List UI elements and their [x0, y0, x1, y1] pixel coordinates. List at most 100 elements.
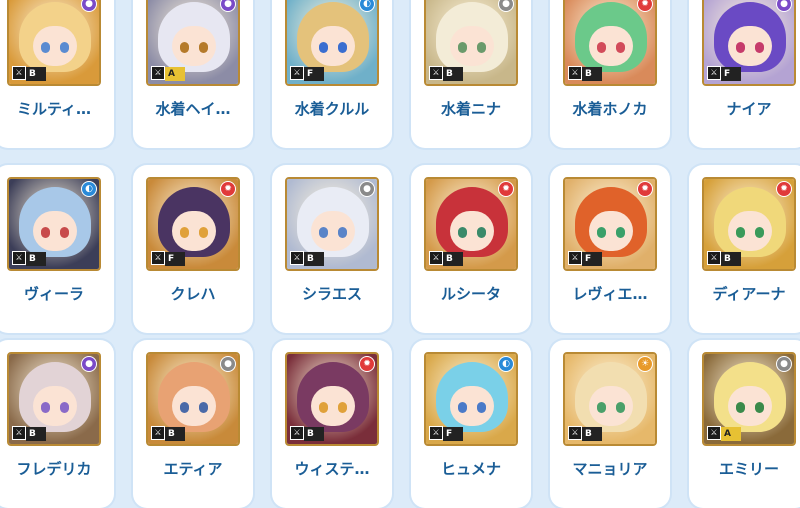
- portrait-eye-left: [41, 227, 50, 238]
- portrait-face: [172, 386, 216, 426]
- portrait-eye-left: [597, 402, 606, 413]
- character-name: 水着ホノカ: [572, 100, 648, 118]
- portrait-eye-right: [616, 402, 625, 413]
- character-card[interactable]: ● ⚔ B 水着ニナ: [411, 0, 531, 148]
- portrait-face: [33, 211, 77, 251]
- character-name: シラエス: [301, 285, 362, 303]
- portrait-eye-left: [41, 42, 50, 53]
- rank-badge: B: [26, 67, 46, 81]
- portrait-eye-left: [597, 42, 606, 53]
- weapon-icon: ⚔: [12, 66, 26, 80]
- rank-badge: F: [304, 67, 324, 81]
- character-name: ミルティ…: [16, 100, 92, 118]
- character-portrait: ✹ ⚔ B: [285, 352, 379, 446]
- character-name: ルシータ: [440, 285, 501, 303]
- character-name: ナイア: [726, 100, 772, 118]
- portrait-eye-right: [755, 227, 764, 238]
- portrait-eye-right: [338, 227, 347, 238]
- weapon-icon: ⚔: [290, 251, 304, 265]
- portrait-eye-left: [736, 227, 745, 238]
- portrait-eye-right: [199, 227, 208, 238]
- rank-badge: B: [304, 427, 324, 441]
- portrait-face: [311, 386, 355, 426]
- weapon-icon: ⚔: [707, 66, 721, 80]
- portrait-eye-right: [60, 402, 69, 413]
- fire-icon: ✹: [359, 356, 375, 372]
- character-card[interactable]: ✹ ⚔ B ディアーナ: [689, 165, 800, 333]
- portrait-face: [450, 26, 494, 66]
- circle-icon: ●: [220, 356, 236, 372]
- character-card[interactable]: ✹ ⚔ B 水着ホノカ: [550, 0, 670, 148]
- portrait-eye-right: [60, 42, 69, 53]
- rank-badge: B: [721, 252, 741, 266]
- character-card[interactable]: ● ⚔ F ナイア: [689, 0, 800, 148]
- circle-icon: ●: [359, 181, 375, 197]
- rank-badge: F: [721, 67, 741, 81]
- rank-badge: B: [26, 427, 46, 441]
- character-portrait: ● ⚔ A: [146, 0, 240, 86]
- character-portrait: ● ⚔ A: [702, 352, 796, 446]
- character-name: ウィステ…: [294, 460, 370, 478]
- character-card[interactable]: ✹ ⚔ F レヴィエ…: [550, 165, 670, 333]
- portrait-eye-left: [597, 227, 606, 238]
- portrait-eye-left: [736, 402, 745, 413]
- weapon-icon: ⚔: [290, 426, 304, 440]
- character-name: レヴィエ…: [572, 285, 648, 303]
- rank-badge: B: [443, 252, 463, 266]
- character-card[interactable]: ● ⚔ B ミルティ…: [0, 0, 114, 148]
- character-portrait: ● ⚔ B: [146, 352, 240, 446]
- portrait-face: [728, 211, 772, 251]
- character-portrait: ◐ ⚔ F: [424, 352, 518, 446]
- portrait-face: [172, 211, 216, 251]
- character-portrait: ◐ ⚔ B: [7, 177, 101, 271]
- portrait-eye-right: [755, 42, 764, 53]
- water-icon: ◐: [498, 356, 514, 372]
- portrait-face: [728, 26, 772, 66]
- portrait-eye-right: [477, 402, 486, 413]
- weapon-icon: ⚔: [568, 251, 582, 265]
- portrait-eye-left: [458, 42, 467, 53]
- fire-icon: ✹: [637, 181, 653, 197]
- sun-icon: ☀: [637, 356, 653, 372]
- character-portrait: ✹ ⚔ B: [424, 177, 518, 271]
- character-name: フレデリカ: [16, 460, 92, 478]
- character-name: ヒュメナ: [440, 460, 501, 478]
- character-portrait: ● ⚔ B: [7, 352, 101, 446]
- rank-badge: B: [26, 252, 46, 266]
- portrait-eye-right: [616, 227, 625, 238]
- character-card[interactable]: ◐ ⚔ B ヴィーラ: [0, 165, 114, 333]
- portrait-eye-left: [458, 227, 467, 238]
- character-card[interactable]: ◐ ⚔ F 水着クルル: [272, 0, 392, 148]
- portrait-eye-right: [199, 42, 208, 53]
- portrait-face: [311, 211, 355, 251]
- character-portrait: ● ⚔ B: [7, 0, 101, 86]
- weapon-icon: ⚔: [151, 426, 165, 440]
- character-portrait: ☀ ⚔ B: [563, 352, 657, 446]
- character-card[interactable]: ● ⚔ A 水着ヘイ…: [133, 0, 253, 148]
- rank-badge: B: [304, 252, 324, 266]
- character-card[interactable]: ● ⚔ B シラエス: [272, 165, 392, 333]
- portrait-face: [589, 26, 633, 66]
- character-name: 水着ヘイ…: [155, 100, 231, 118]
- rank-badge: B: [582, 427, 602, 441]
- character-name: エミリー: [718, 460, 779, 478]
- portrait-face: [450, 386, 494, 426]
- circle-icon: ●: [81, 356, 97, 372]
- character-card[interactable]: ✹ ⚔ B ルシータ: [411, 165, 531, 333]
- character-name: 水着ニナ: [440, 100, 501, 118]
- portrait-eye-left: [319, 42, 328, 53]
- weapon-icon: ⚔: [707, 251, 721, 265]
- portrait-eye-left: [180, 42, 189, 53]
- rank-badge: B: [582, 67, 602, 81]
- portrait-face: [172, 26, 216, 66]
- character-portrait: ✹ ⚔ F: [563, 177, 657, 271]
- portrait-eye-right: [616, 42, 625, 53]
- character-card[interactable]: ✹ ⚔ F クレハ: [133, 165, 253, 333]
- portrait-face: [728, 386, 772, 426]
- weapon-icon: ⚔: [429, 426, 443, 440]
- fire-icon: ✹: [776, 181, 792, 197]
- portrait-eye-left: [319, 227, 328, 238]
- water-icon: ◐: [81, 181, 97, 197]
- weapon-icon: ⚔: [568, 66, 582, 80]
- character-name: エティア: [163, 460, 223, 478]
